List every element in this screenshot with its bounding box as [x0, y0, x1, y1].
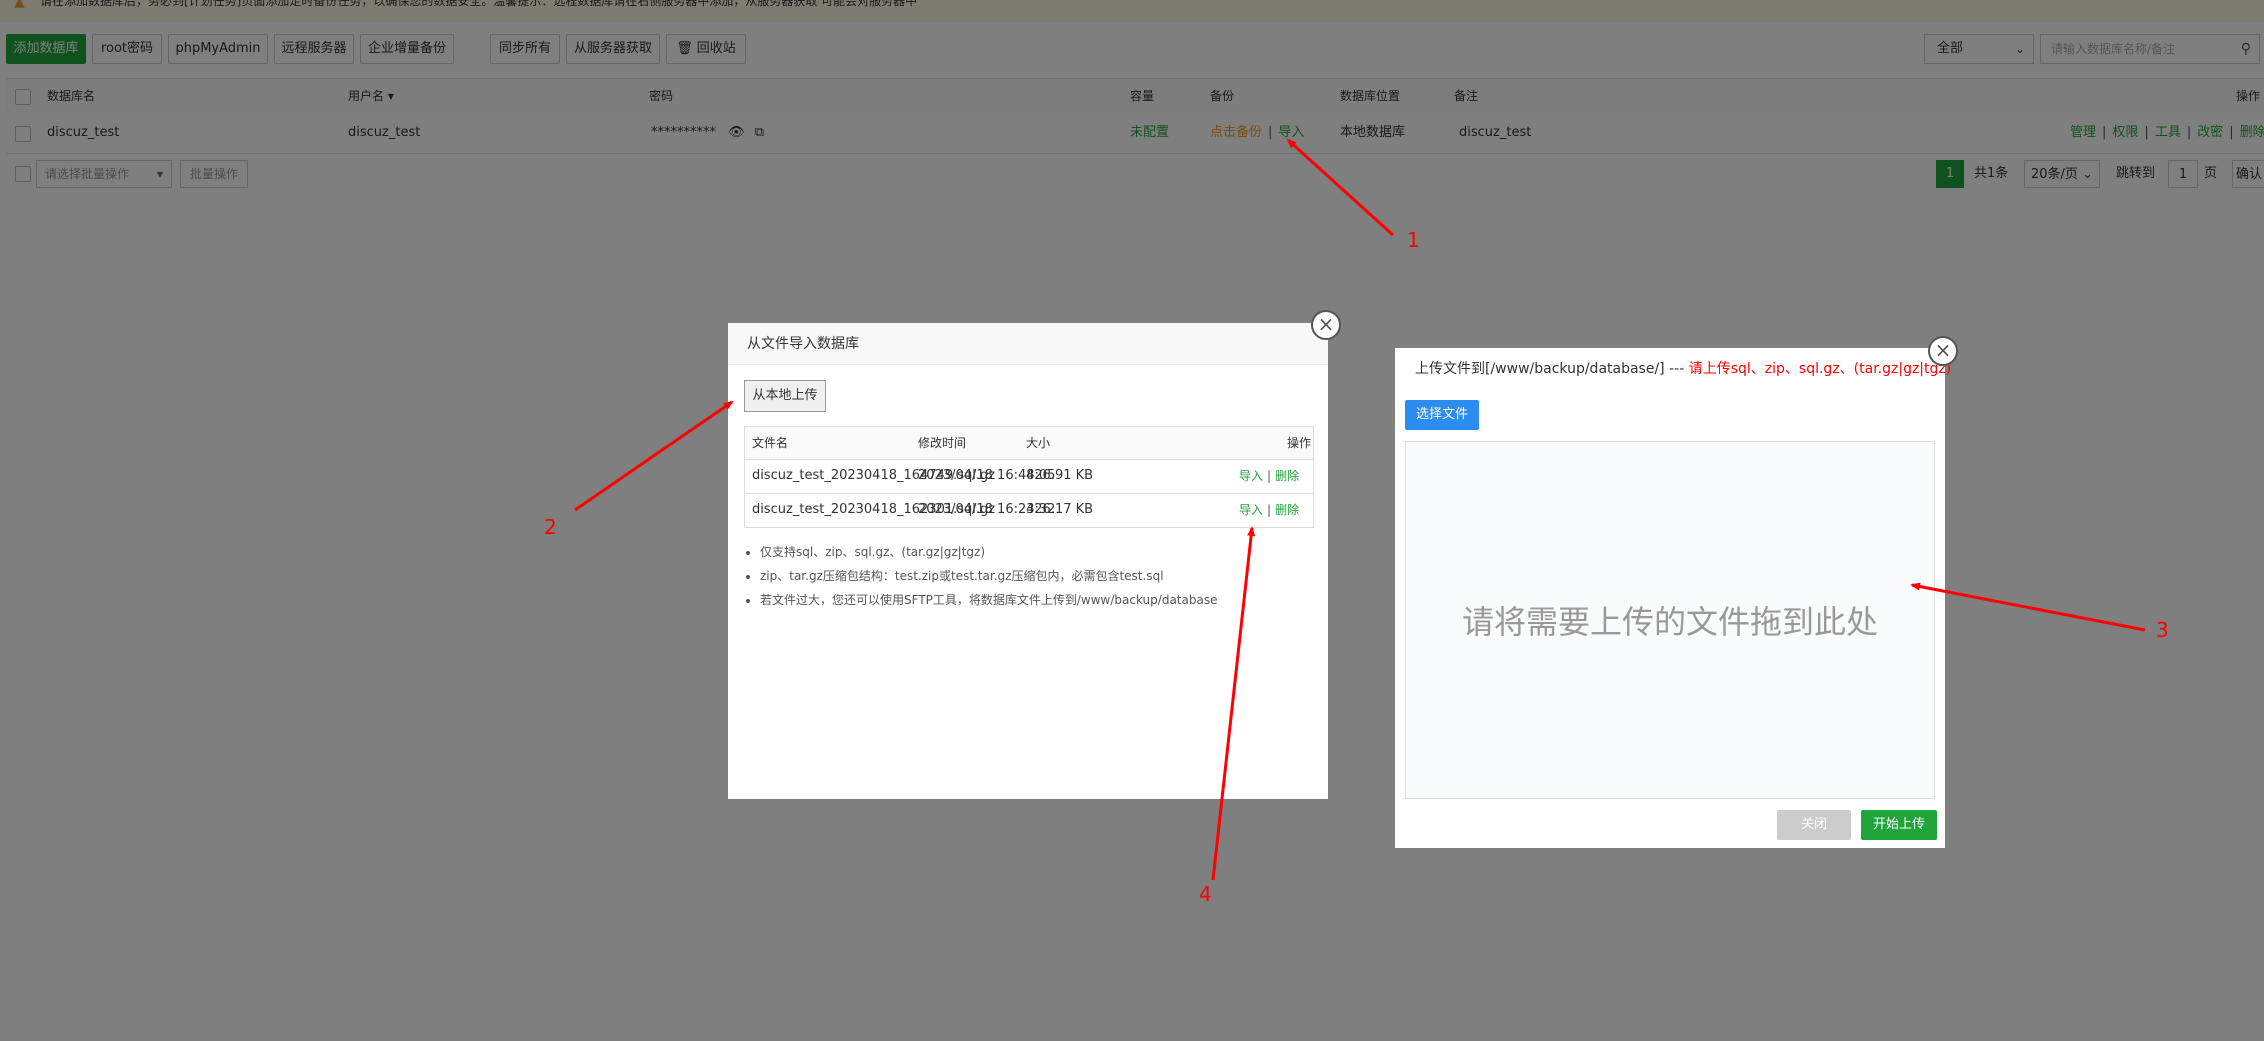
annotation-arrow-2: [574, 400, 734, 512]
annotation-label-4: 4: [1199, 882, 1212, 906]
annotation-arrow-3: [1910, 582, 2146, 632]
annotation-arrow-1: [1286, 138, 1395, 237]
annotation-label-1: 1: [1407, 228, 1420, 252]
annotation-arrow-4: [1211, 526, 1256, 881]
annotation-arrows: [574, 138, 2146, 881]
annotation-label-3: 3: [2156, 618, 2169, 642]
annotation-label-2: 2: [544, 515, 557, 539]
